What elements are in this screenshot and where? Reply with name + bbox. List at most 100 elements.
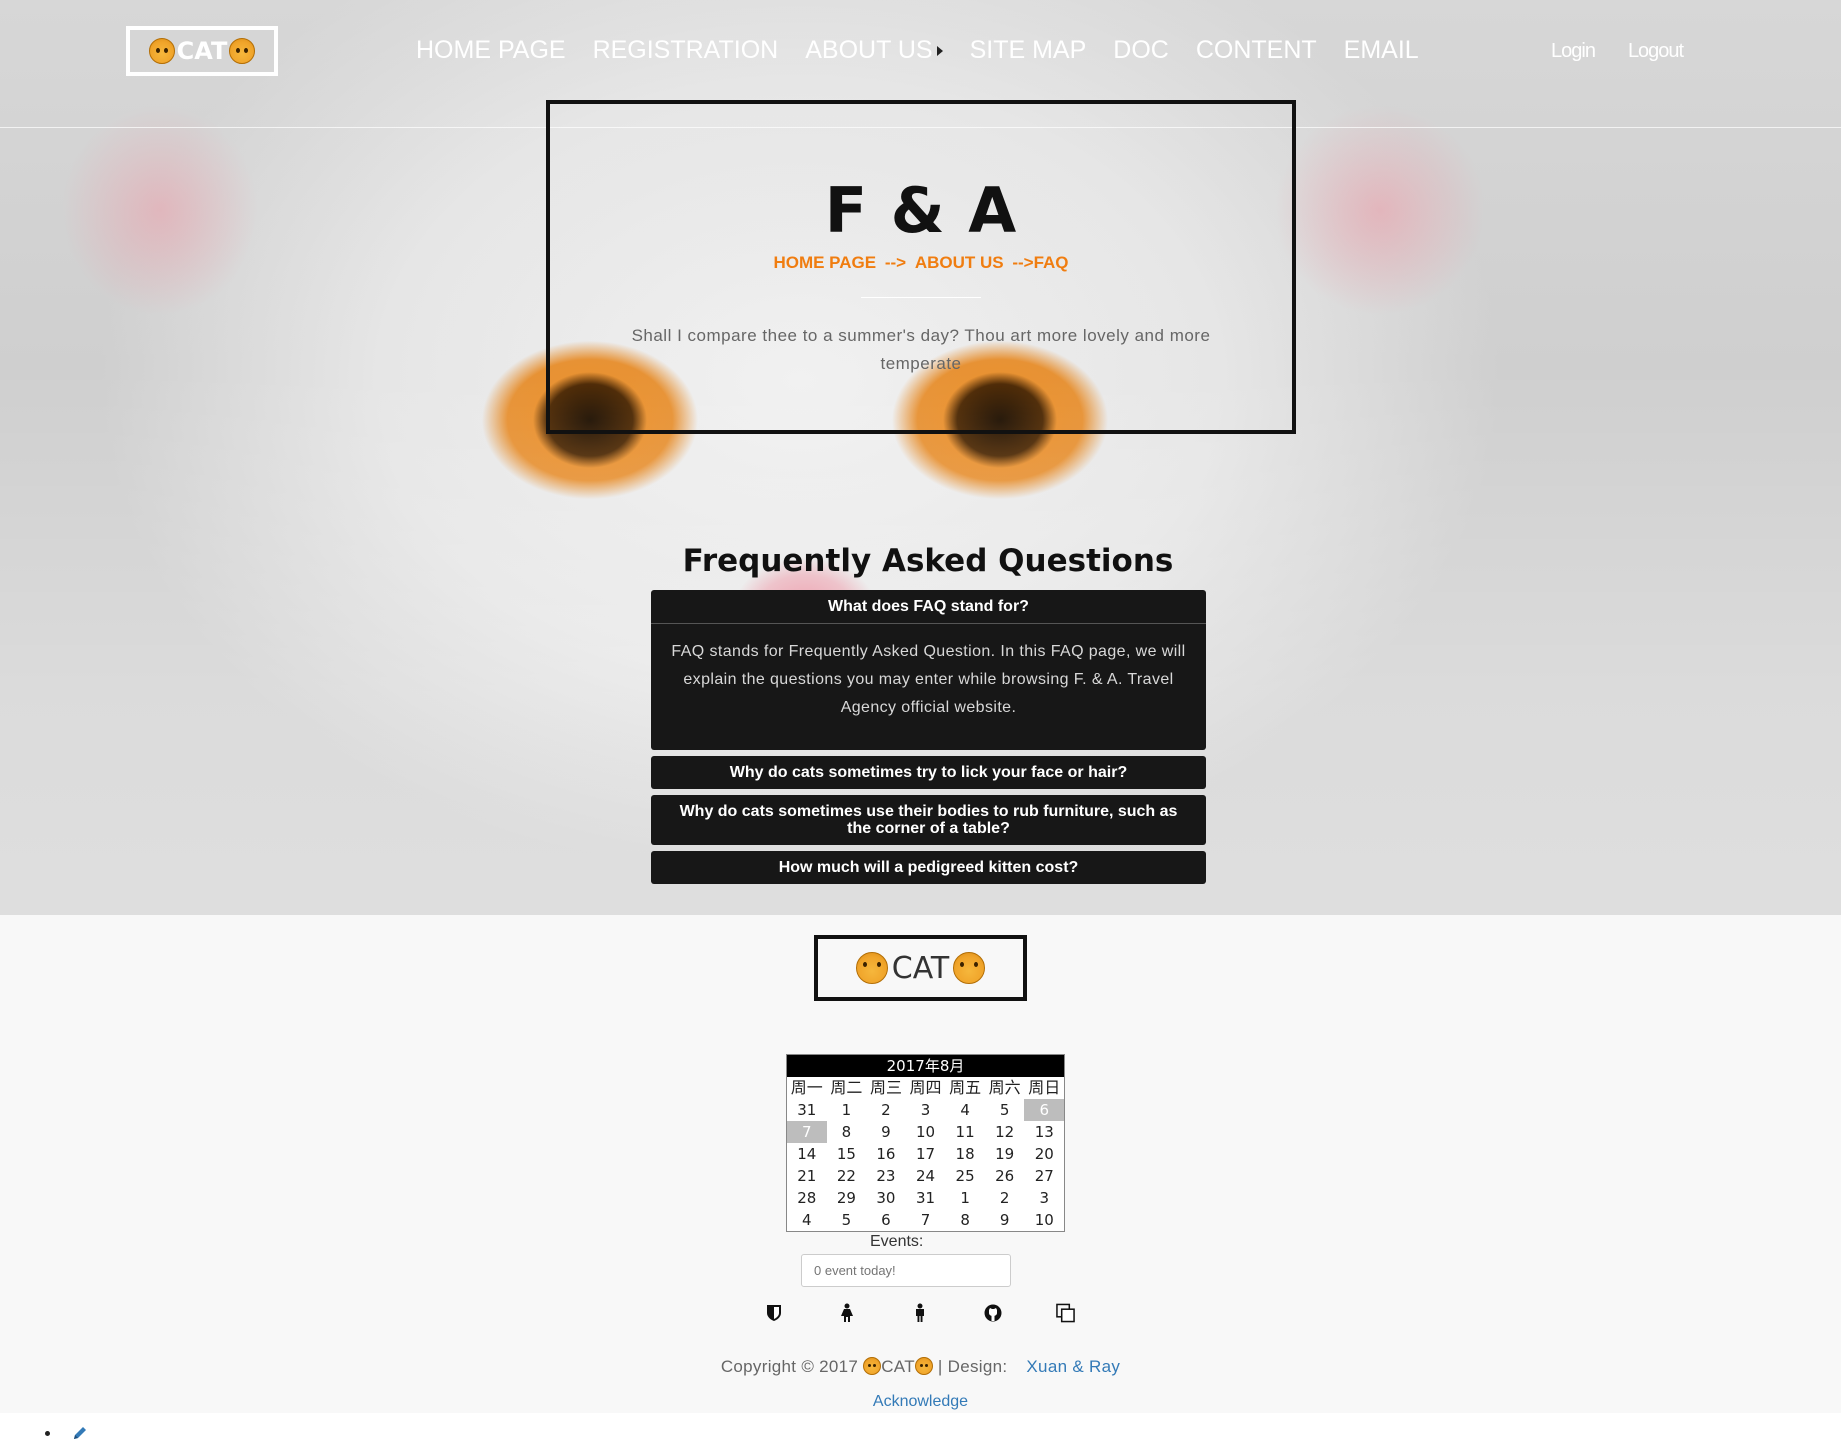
calendar-day[interactable]: 19 xyxy=(985,1143,1025,1165)
calendar-day[interactable]: 9 xyxy=(985,1209,1025,1231)
faq-question[interactable]: How much will a pedigreed kitten cost? xyxy=(651,851,1206,884)
calendar-day[interactable]: 6 xyxy=(1024,1099,1065,1121)
calendar-day[interactable]: 31 xyxy=(787,1099,827,1121)
calendar-day[interactable]: 29 xyxy=(827,1187,867,1209)
calendar-title: 2017年8月 xyxy=(787,1055,1064,1077)
calendar-week-row: 31 1 2 3 4 5 6 xyxy=(787,1099,1065,1121)
calendar-day[interactable]: 3 xyxy=(1024,1187,1064,1209)
cat-face-icon xyxy=(855,952,888,984)
page-description: Shall I compare thee to a summer's day? … xyxy=(631,326,1211,373)
copyright-prefix: Copyright © 2017 xyxy=(720,1357,859,1376)
calendar-day[interactable]: 17 xyxy=(906,1143,946,1165)
logo-text: CAT xyxy=(176,37,228,65)
weekday-label: 周一 xyxy=(790,1078,823,1097)
page-title: F & A xyxy=(824,174,1018,247)
site-logo[interactable]: CAT xyxy=(126,26,278,76)
breadcrumb-current: -->FAQ xyxy=(1012,253,1069,272)
calendar-day[interactable]: 15 xyxy=(827,1143,867,1165)
nav-site-map[interactable]: SITE MAP xyxy=(970,36,1087,65)
cat-face-icon xyxy=(914,1357,933,1375)
calendar-days: 31 1 2 3 4 5 6 7 8 9 10 11 12 13 14 15 16 17 18 19 20 21 22 23 2… xyxy=(787,1099,1065,1231)
cat-face-icon xyxy=(229,38,256,64)
events-input[interactable] xyxy=(801,1254,1011,1287)
nav-home-page[interactable]: HOME PAGE xyxy=(416,36,566,65)
calendar-day[interactable]: 6 xyxy=(866,1209,906,1231)
designer-link[interactable]: Xuan & Ray xyxy=(1026,1357,1120,1376)
login-link[interactable]: Login xyxy=(1551,40,1596,63)
list-bullet xyxy=(45,1430,50,1436)
copyright-brand: CAT xyxy=(881,1357,915,1376)
calendar-day[interactable]: 5 xyxy=(985,1099,1025,1121)
calendar-day[interactable]: 26 xyxy=(985,1165,1025,1187)
calendar-day[interactable]: 1 xyxy=(827,1099,867,1121)
calendar-day[interactable]: 27 xyxy=(1024,1165,1064,1187)
calendar-week-row: 21 22 23 24 25 26 27 xyxy=(787,1165,1064,1187)
weekday-label: 周五 xyxy=(949,1078,982,1097)
calendar-day[interactable]: 21 xyxy=(787,1165,827,1187)
calendar-day[interactable]: 20 xyxy=(1024,1143,1064,1165)
acknowledge-link[interactable]: Acknowledge xyxy=(0,1393,1841,1411)
nav-email[interactable]: EMAIL xyxy=(1344,36,1419,65)
calendar-day[interactable]: 7 xyxy=(906,1209,946,1231)
calendar-day[interactable]: 24 xyxy=(906,1165,946,1187)
shield-icon[interactable] xyxy=(764,1302,783,1324)
faq-question[interactable]: Why do cats sometimes use their bodies t… xyxy=(651,795,1206,845)
calendar-day[interactable]: 10 xyxy=(1024,1209,1064,1231)
calendar-week-row: 28 29 30 31 1 2 3 xyxy=(787,1187,1064,1209)
main-nav: HOME PAGE REGISTRATION ABOUT US SITE MAP… xyxy=(416,36,1419,65)
weekday-label: 周二 xyxy=(830,1078,863,1097)
nav-about-us[interactable]: ABOUT US xyxy=(805,36,943,65)
calendar-day[interactable]: 3 xyxy=(906,1099,946,1121)
calendar-day[interactable]: 16 xyxy=(866,1143,906,1165)
weekday-label: 周日 xyxy=(1028,1078,1061,1097)
calendar-weekdays: 周一 周二 周三 周四 周五 周六 周日 xyxy=(787,1077,1064,1099)
nav-registration[interactable]: REGISTRATION xyxy=(593,36,779,65)
weekday-label: 周四 xyxy=(909,1078,942,1097)
faq-list: What does FAQ stand for? FAQ stands for … xyxy=(651,590,1206,890)
footer-logo[interactable]: CAT xyxy=(814,935,1027,1001)
design-label: | Design: xyxy=(937,1357,1008,1376)
calendar-day[interactable]: 10 xyxy=(906,1121,946,1143)
cat-face-icon xyxy=(953,952,986,984)
logout-link[interactable]: Logout xyxy=(1628,40,1684,63)
calendar-day[interactable]: 4 xyxy=(787,1209,827,1231)
calendar-day[interactable]: 23 xyxy=(866,1165,906,1187)
male-icon[interactable] xyxy=(910,1302,929,1324)
pencil-icon[interactable] xyxy=(72,1425,88,1441)
calendar-day[interactable]: 18 xyxy=(945,1143,985,1165)
copy-icon[interactable] xyxy=(1056,1302,1075,1324)
weekday-label: 周三 xyxy=(869,1078,902,1097)
breadcrumb-about[interactable]: ABOUT US xyxy=(915,253,1004,272)
social-icons xyxy=(764,1302,1075,1324)
calendar-day[interactable]: 5 xyxy=(827,1209,867,1231)
calendar-day[interactable]: 14 xyxy=(787,1143,827,1165)
auth-links: Login Logout xyxy=(1551,40,1684,63)
calendar-day[interactable]: 9 xyxy=(866,1121,906,1143)
calendar-day[interactable]: 2 xyxy=(866,1099,906,1121)
calendar-day[interactable]: 4 xyxy=(945,1099,985,1121)
calendar-day[interactable]: 31 xyxy=(906,1187,946,1209)
faq-question[interactable]: Why do cats sometimes try to lick your f… xyxy=(651,756,1206,789)
nav-doc[interactable]: DOC xyxy=(1113,36,1169,65)
calendar-day[interactable]: 11 xyxy=(945,1121,985,1143)
github-icon[interactable] xyxy=(983,1302,1002,1324)
calendar-day[interactable]: 12 xyxy=(985,1121,1025,1143)
calendar-day[interactable]: 22 xyxy=(827,1165,867,1187)
events-label: Events: xyxy=(870,1233,924,1250)
calendar-day[interactable]: 25 xyxy=(945,1165,985,1187)
calendar-day[interactable]: 2 xyxy=(985,1187,1025,1209)
calendar-day[interactable]: 28 xyxy=(787,1187,827,1209)
calendar-day[interactable]: 8 xyxy=(945,1209,985,1231)
caret-right-icon xyxy=(936,46,943,57)
calendar-day[interactable]: 7 xyxy=(787,1121,827,1143)
faq-question[interactable]: What does FAQ stand for? xyxy=(651,590,1206,624)
breadcrumb-home[interactable]: HOME PAGE xyxy=(773,253,876,272)
nav-content[interactable]: CONTENT xyxy=(1196,36,1317,65)
calendar-day[interactable]: 1 xyxy=(945,1187,985,1209)
female-icon[interactable] xyxy=(837,1302,856,1324)
calendar-day[interactable]: 30 xyxy=(866,1187,906,1209)
calendar-day[interactable]: 8 xyxy=(827,1121,867,1143)
calendar-day[interactable]: 13 xyxy=(1024,1121,1064,1143)
calendar-week-row: 14 15 16 17 18 19 20 xyxy=(787,1143,1064,1165)
weekday-label: 周六 xyxy=(988,1078,1021,1097)
